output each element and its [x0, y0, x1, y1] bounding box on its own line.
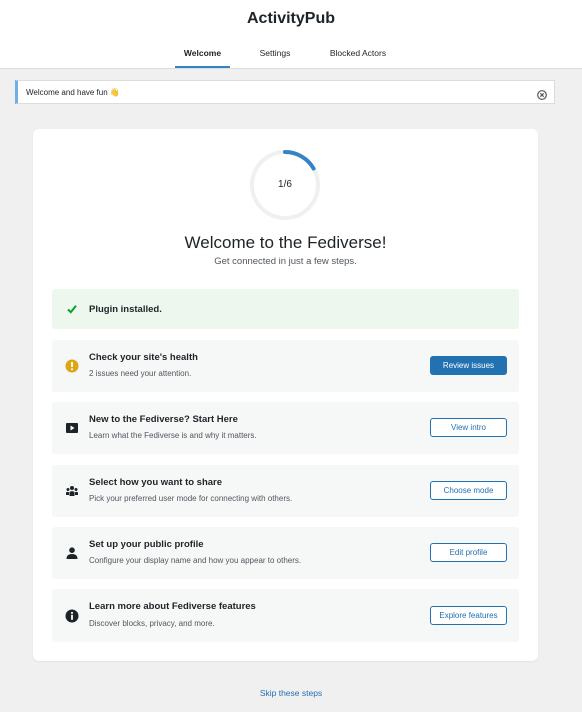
progress-count: 1/6	[278, 179, 292, 190]
welcome-subheading: Get connected in just a few steps.	[214, 256, 357, 267]
step-description: Learn what the Fediverse is and why it m…	[89, 431, 257, 440]
tab-welcome[interactable]: Welcome	[175, 48, 230, 68]
tab-blocked-actors[interactable]: Blocked Actors	[326, 48, 390, 68]
step-title: Select how you want to share	[89, 477, 223, 488]
skip-steps-link[interactable]: Skip these steps	[0, 688, 582, 698]
view-intro-button[interactable]: View intro	[430, 418, 507, 437]
checkmark-icon	[65, 302, 79, 316]
step-fediverse-intro: New to the Fediverse? Start Here Learn w…	[52, 402, 519, 454]
step-title: Set up your public profile	[89, 539, 204, 550]
step-title: New to the Fediverse? Start Here	[89, 414, 238, 425]
review-issues-button[interactable]: Review issues	[430, 356, 507, 375]
step-title: Check your site's health	[89, 352, 198, 363]
step-fediverse-features: Learn more about Fediverse features Disc…	[52, 589, 519, 642]
choose-mode-button[interactable]: Choose mode	[430, 481, 507, 500]
app-title: ActivityPub	[246, 10, 335, 27]
welcome-notice: Welcome and have fun 👋	[15, 80, 555, 104]
user-icon	[65, 546, 79, 560]
notice-text: Welcome and have fun 👋	[26, 88, 120, 97]
step-description: Configure your display name and how you …	[89, 556, 302, 565]
warning-icon	[65, 359, 79, 373]
step-title: Learn more about Fediverse features	[89, 601, 256, 612]
explore-features-button[interactable]: Explore features	[430, 606, 507, 625]
step-public-profile: Set up your public profile Configure you…	[52, 527, 519, 579]
groups-icon	[65, 484, 79, 498]
step-description: Discover blocks, privacy, and more.	[89, 619, 215, 628]
edit-profile-button[interactable]: Edit profile	[430, 543, 507, 562]
step-plugin-installed: Plugin installed.	[52, 289, 519, 329]
step-site-health: Check your site's health 2 issues need y…	[52, 340, 519, 392]
step-share-mode: Select how you want to share Pick your p…	[52, 465, 519, 517]
close-circle-icon[interactable]	[537, 87, 547, 100]
step-title: Plugin installed.	[89, 304, 162, 315]
step-description: Pick your preferred user mode for connec…	[89, 494, 293, 503]
video-icon	[65, 421, 79, 435]
info-icon	[65, 609, 79, 623]
page-header: ActivityPub Welcome Settings Blocked Act…	[0, 0, 582, 69]
step-description: 2 issues need your attention.	[89, 369, 192, 378]
welcome-heading: Welcome to the Fediverse!	[184, 233, 387, 252]
tab-settings[interactable]: Settings	[254, 48, 296, 68]
